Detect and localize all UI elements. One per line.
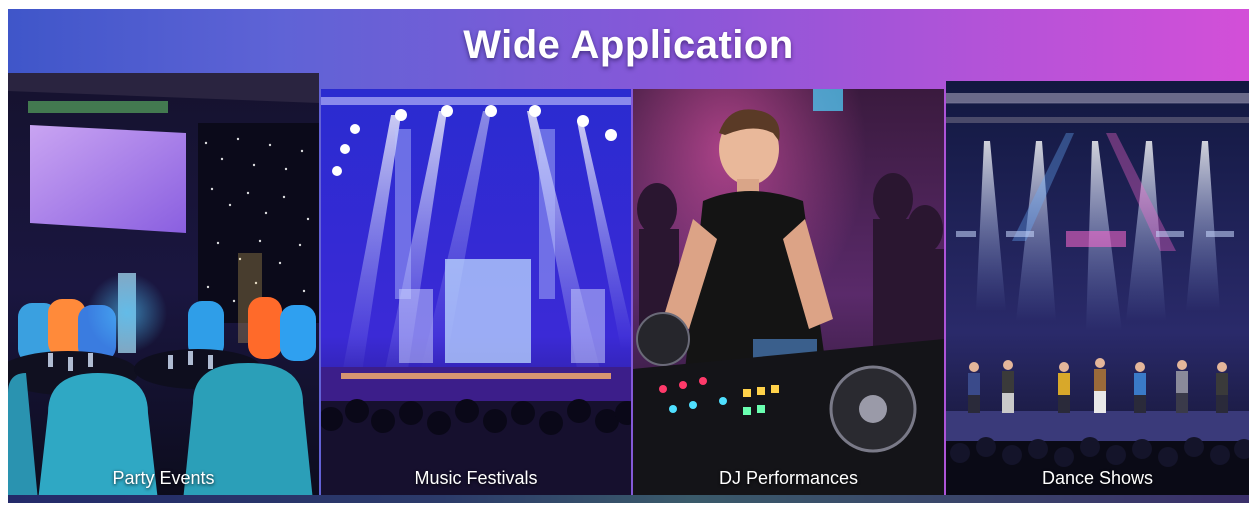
- application-card-party-events: Party Events: [8, 73, 319, 501]
- application-label: Music Festivals: [414, 468, 538, 488]
- wide-application-banner: Wide Application Party Events Music Fest…: [8, 9, 1249, 503]
- application-card-dj-performances: DJ Performances: [633, 89, 944, 501]
- banner-bottom-strip: [8, 495, 1249, 503]
- application-card-music-festivals: Music Festivals: [321, 89, 631, 501]
- application-card-dance-shows: Dance Shows: [946, 81, 1249, 501]
- concert-stage-scene: [321, 89, 631, 501]
- dance-stage-scene: [946, 81, 1249, 501]
- application-label: Party Events: [112, 468, 215, 488]
- banner-title: Wide Application: [463, 23, 794, 67]
- dj-booth-scene: [633, 89, 944, 501]
- application-label: Dance Shows: [1041, 468, 1154, 488]
- banquet-hall-scene: [8, 73, 319, 501]
- application-panels: Party Events Music Festivals DJ Performa…: [8, 73, 1249, 501]
- application-label: DJ Performances: [718, 468, 859, 488]
